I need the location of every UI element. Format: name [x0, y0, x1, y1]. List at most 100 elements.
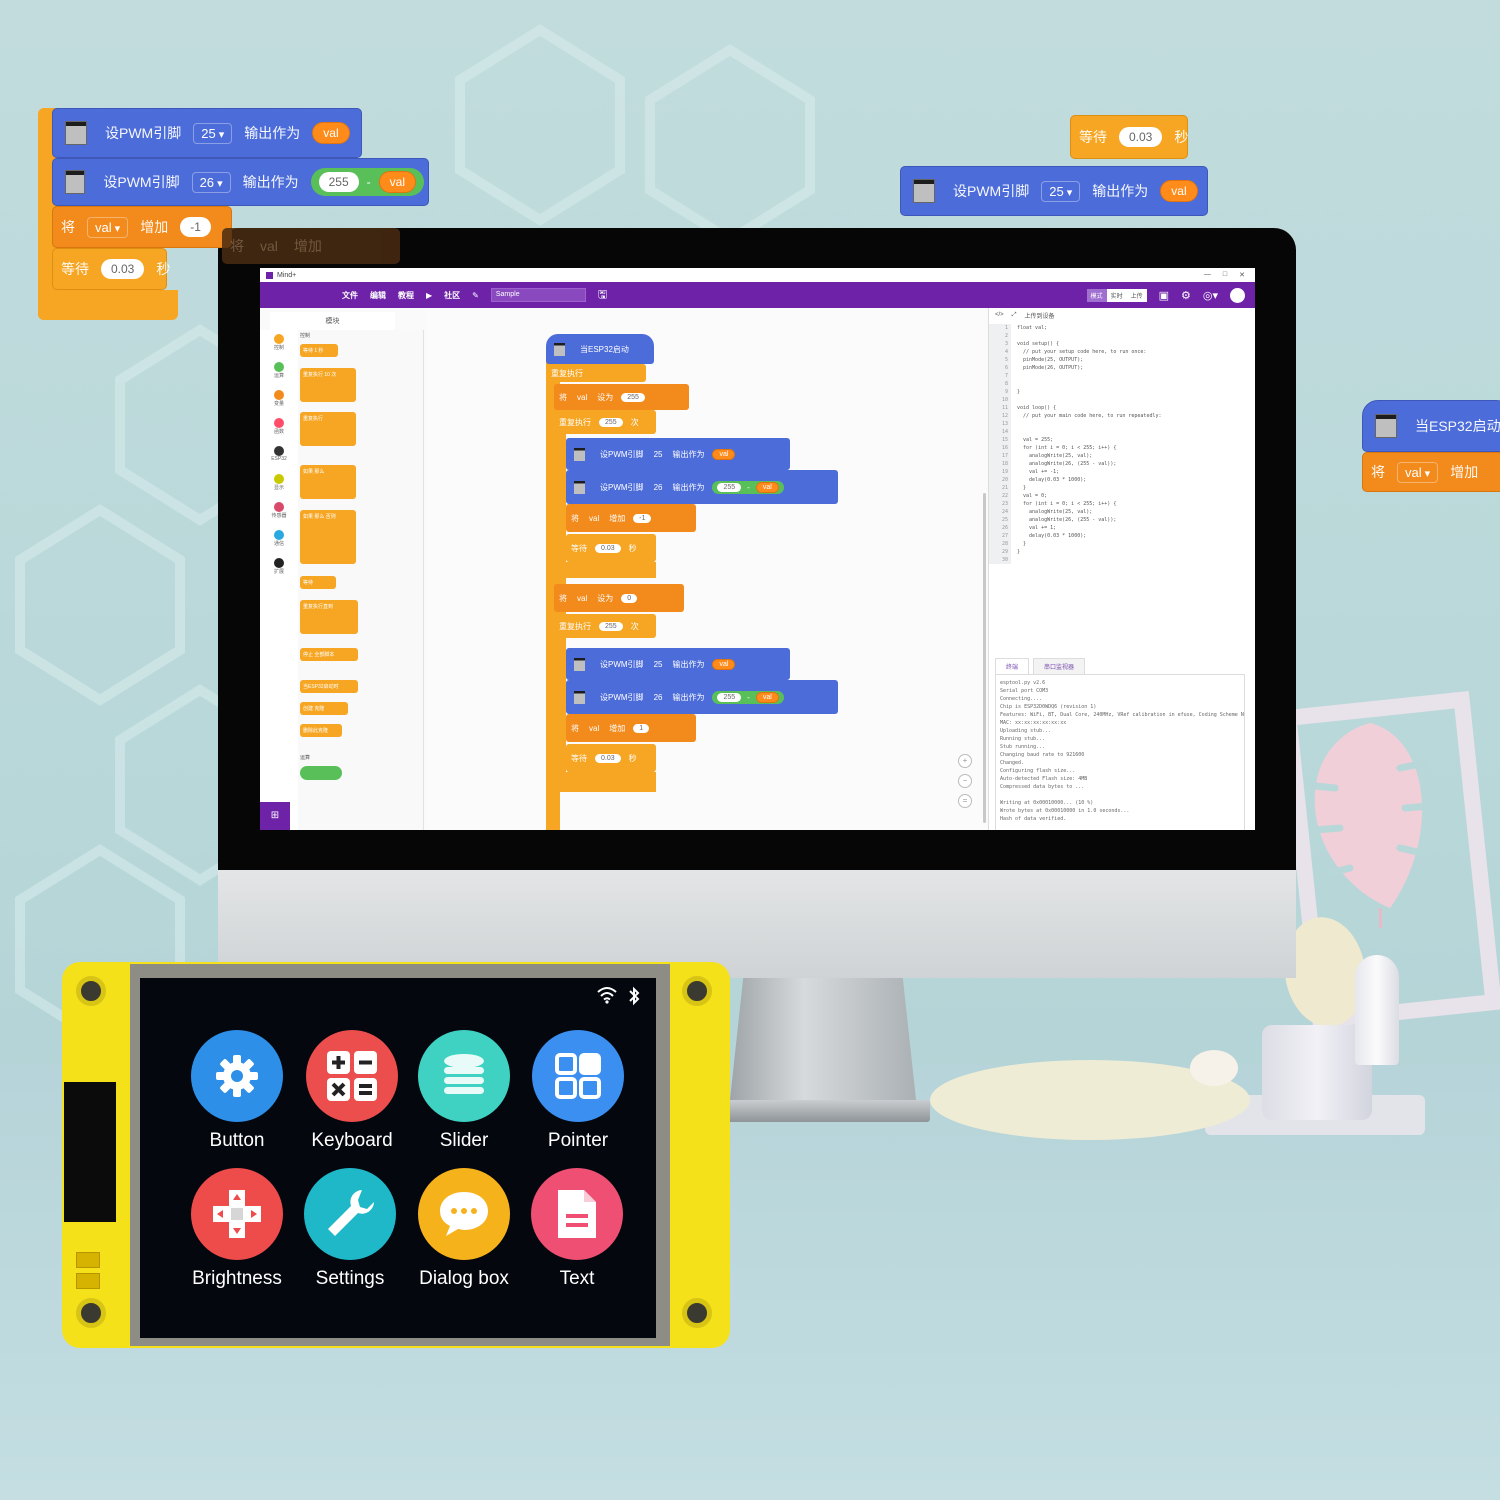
palette-block-wait[interactable]: 等待 1 秒 — [300, 344, 338, 357]
palette-block-create-clone[interactable]: 创建 克隆 — [300, 702, 348, 715]
category-item[interactable]: 扩展 — [260, 558, 298, 582]
number-input[interactable]: 255 — [717, 482, 742, 492]
zoom-in-button[interactable]: + — [958, 754, 972, 768]
palette-block-delete-clone[interactable]: 删除此克隆 — [300, 724, 342, 737]
repeat-times-input[interactable]: 255 — [599, 417, 623, 427]
palette-block-repeat-until[interactable]: 重复执行直到 — [300, 600, 358, 634]
wait-input[interactable]: 0.03 — [595, 753, 621, 763]
mode-upload[interactable]: 上传 — [1126, 288, 1147, 302]
extension-button[interactable]: ⊞ — [260, 802, 290, 830]
category-item[interactable]: 显示 — [260, 474, 298, 498]
code-editor[interactable]: 1 float val; 2 3 void setup() {4 // put your… — [989, 324, 1251, 614]
menu-tutorial[interactable]: 教程 — [398, 290, 414, 301]
mode-realtime[interactable]: 实时 — [1106, 288, 1127, 302]
var-reporter[interactable]: val — [755, 691, 779, 703]
ws-pwm-25-a[interactable]: 设PWM引脚 25 输出作为 val — [566, 438, 790, 470]
floating-change-block-edge[interactable]: 将 val 增加 — [1362, 452, 1500, 492]
ws-set-val-2[interactable]: 将 val 设为 0 — [554, 584, 684, 612]
floating-hat-block-edge[interactable]: 当ESP32启动 — [1362, 400, 1500, 452]
floating-pwm-block-1[interactable]: 设PWM引脚 25 输出作为 val — [52, 108, 362, 158]
ws-wait-1[interactable]: 等待 0.03 秒 — [566, 534, 656, 562]
tab-serial-monitor[interactable]: 串口监视器 — [1033, 658, 1086, 674]
value-input[interactable]: 1 — [633, 723, 650, 733]
ws-pwm-26-b[interactable]: 设PWM引脚 26 输出作为 255 - val — [566, 680, 838, 714]
category-item[interactable]: 运算 — [260, 362, 298, 386]
var-reporter[interactable]: val — [378, 171, 416, 193]
ws-change-val-1[interactable]: 将 val 增加 -1 — [566, 504, 696, 532]
ws-repeat-2[interactable]: 重复执行 255 次 — [554, 614, 656, 638]
script-workspace[interactable]: 当ESP32启动 重复执行 将 val 设为 255 重复执行 255 次 设P… — [426, 308, 986, 830]
palette-block-if-else[interactable]: 如果 那么 否则 — [300, 510, 356, 564]
ws-set-val-1[interactable]: 将 val 设为 255 — [554, 384, 689, 410]
var-reporter[interactable]: val — [712, 448, 736, 460]
category-item[interactable]: 通信 — [260, 530, 298, 554]
var-dropdown[interactable]: val — [1397, 461, 1439, 483]
category-item[interactable]: 控制 — [260, 334, 298, 358]
app-button[interactable]: Button — [182, 1030, 292, 1152]
subtract-operator[interactable]: 255 - val — [712, 690, 784, 704]
category-item[interactable]: ESP32 — [260, 446, 298, 470]
ws-change-val-2[interactable]: 将 val 增加 1 — [566, 714, 696, 742]
pin-dropdown[interactable]: 26 — [654, 483, 663, 492]
var-dropdown[interactable]: val — [589, 514, 599, 523]
palette-block-forever[interactable]: 重复执行 — [300, 412, 356, 446]
floating-pwm-block-right[interactable]: 设PWM引脚 25 输出作为 val — [900, 166, 1208, 216]
var-reporter[interactable]: val — [755, 481, 779, 493]
number-input[interactable]: 255 — [318, 172, 359, 192]
subtract-operator[interactable]: 255 - val — [712, 480, 784, 494]
project-name-input[interactable]: Sample — [490, 288, 586, 302]
menu-file[interactable]: 文件 — [342, 290, 358, 301]
var-dropdown[interactable]: val — [577, 393, 587, 402]
gear-icon[interactable]: ⚙ — [1181, 289, 1191, 302]
floating-wait-block-right[interactable]: 等待 0.03 秒 — [1070, 115, 1188, 159]
pencil-icon[interactable]: ✎ — [472, 291, 479, 300]
ws-repeat-1[interactable]: 重复执行 255 次 — [554, 410, 656, 434]
floating-change-block[interactable]: 将 val 增加 -1 — [52, 206, 232, 248]
app-keyboard[interactable]: Keyboard — [297, 1030, 407, 1152]
save-icon[interactable]: 🖫 — [598, 286, 607, 305]
amount-input[interactable]: -1 — [180, 217, 211, 237]
workspace-scrollbar[interactable] — [983, 493, 986, 823]
pin-dropdown[interactable]: 26 — [654, 693, 663, 702]
floating-wait-block[interactable]: 等待 0.03 秒 — [52, 248, 170, 290]
user-avatar[interactable] — [1230, 287, 1245, 303]
ws-pwm-26-a[interactable]: 设PWM引脚 26 输出作为 255 - val — [566, 470, 838, 504]
maximize-button[interactable]: □ — [1223, 271, 1227, 279]
var-dropdown[interactable]: val — [589, 724, 599, 733]
number-input[interactable]: 255 — [717, 692, 742, 702]
pin-dropdown[interactable]: 25 — [654, 660, 663, 669]
language-icon[interactable]: ◎▾ — [1203, 289, 1218, 302]
minimize-button[interactable]: — — [1204, 271, 1211, 279]
tab-modules[interactable]: 模块 — [270, 312, 395, 332]
zoom-reset-button[interactable]: = — [958, 794, 972, 808]
category-item[interactable]: 函数 — [260, 418, 298, 442]
ws-pwm-25-b[interactable]: 设PWM引脚 25 输出作为 val — [566, 648, 790, 680]
app-dialog-box[interactable]: Dialog box — [409, 1168, 519, 1290]
tab-terminal[interactable]: 终端 — [995, 658, 1030, 674]
app-text[interactable]: Text — [522, 1168, 632, 1290]
palette-block-stop[interactable]: 停止 全部脚本 — [300, 648, 358, 661]
palette-block-when-start[interactable]: 当ESP32启动时 — [300, 680, 358, 693]
category-item[interactable]: 变量 — [260, 390, 298, 414]
mode-switch[interactable]: 模式 实时 上传 — [1086, 288, 1147, 302]
category-item[interactable]: 传感器 — [260, 502, 298, 526]
run-button[interactable]: ▶ — [426, 291, 432, 300]
var-dropdown[interactable]: val — [577, 594, 587, 603]
value-input[interactable]: 255 — [621, 392, 645, 402]
var-reporter[interactable]: val — [1160, 180, 1198, 202]
repeat-times-input[interactable]: 255 — [599, 621, 623, 631]
menu-community[interactable]: 社区 — [444, 290, 460, 301]
app-brightness[interactable]: Brightness — [182, 1168, 292, 1290]
menu-edit[interactable]: 编辑 — [370, 290, 386, 301]
palette-block-if[interactable]: 如果 那么 — [300, 465, 356, 499]
ws-wait-2[interactable]: 等待 0.03 秒 — [566, 744, 656, 772]
palette-block-boolean[interactable] — [300, 766, 342, 780]
var-reporter[interactable]: val — [712, 658, 736, 670]
subtract-operator[interactable]: 255 - val — [310, 168, 424, 196]
expand-button[interactable]: ⤢ — [1012, 312, 1017, 319]
ws-hat-esp32-start[interactable]: 当ESP32启动 — [546, 334, 654, 364]
var-dropdown[interactable]: val — [87, 216, 129, 238]
zoom-out-button[interactable]: − — [958, 774, 972, 788]
seconds-input[interactable]: 0.03 — [101, 259, 145, 279]
pin-dropdown[interactable]: 25 — [193, 122, 233, 144]
